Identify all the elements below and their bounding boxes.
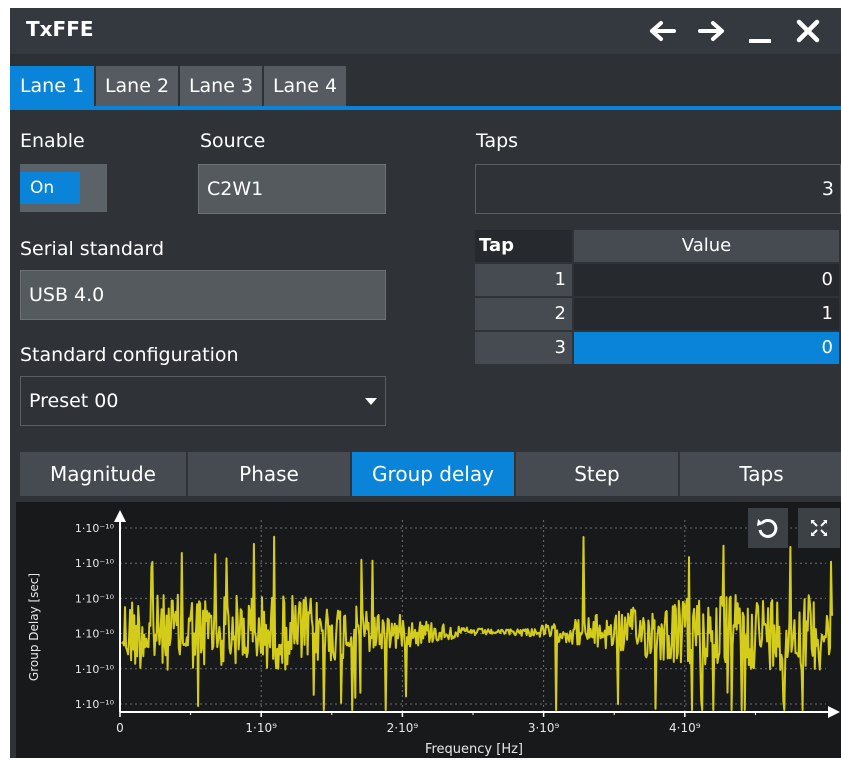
tab-magnitude[interactable]: Magnitude (20, 452, 188, 496)
table-row: 3 0 (475, 332, 839, 366)
arrow-right-icon[interactable] (696, 15, 728, 47)
txffe-dialog: TxFFE Lane 1 Lane 2 Lane 3 Lane 4 Enable… (0, 0, 841, 758)
y-tick-label: 1·10⁻¹⁰ (75, 628, 115, 641)
y-tick-label: 1·10⁻¹⁰ (75, 557, 115, 570)
y-axis-arrow (114, 510, 126, 522)
tap-value[interactable]: 1 (574, 298, 839, 330)
table-row: 2 1 (475, 298, 839, 332)
tab-phase[interactable]: Phase (188, 452, 352, 496)
tab-step[interactable]: Step (516, 452, 680, 496)
y-tick-label: 1·10⁻¹⁰ (75, 522, 115, 535)
x-axis-arrow (828, 706, 840, 718)
reset-zoom-icon[interactable] (748, 508, 788, 548)
tab-lane-4[interactable]: Lane 4 (264, 66, 346, 106)
table-row: 1 0 (475, 264, 839, 298)
x-axis-label: Frequency [Hz] (425, 742, 523, 757)
tab-taps[interactable]: Taps (680, 452, 841, 496)
tap-number: 1 (475, 264, 572, 296)
enable-label: Enable (20, 130, 85, 152)
standard-config-dropdown[interactable]: Preset 00 (20, 376, 386, 426)
title-bar: TxFFE (10, 8, 841, 54)
minimize-icon[interactable] (745, 15, 777, 47)
header-tap: Tap (475, 230, 572, 262)
x-tick-label: 2·10⁹ (387, 721, 419, 735)
tab-lane-2[interactable]: Lane 2 (96, 66, 178, 106)
chevron-down-icon (365, 398, 377, 405)
tap-value[interactable]: 0 (574, 264, 839, 296)
enable-state: On (20, 172, 80, 204)
chart-svg: 1·10⁻¹⁰ 1·10⁻¹⁰ 1·10⁻¹⁰ 1·10⁻¹⁰ 1·10⁻¹⁰ 1·10⁻… (27, 510, 840, 757)
tap-number: 2 (475, 298, 572, 330)
toggle-knob (86, 164, 107, 212)
lane-tabs: Lane 1 Lane 2 Lane 3 Lane 4 (10, 54, 841, 110)
y-axis-label: Group Delay [sec] (27, 573, 41, 681)
background-strip (0, 0, 10, 758)
tab-lane-1[interactable]: Lane 1 (10, 66, 94, 106)
x-tick-label: 3·10⁹ (528, 721, 560, 735)
tap-value-selected[interactable]: 0 (574, 332, 839, 364)
y-tick-label: 1·10⁻¹⁰ (75, 592, 115, 605)
tab-lane-3[interactable]: Lane 3 (180, 66, 262, 106)
group-delay-chart: 1·10⁻¹⁰ 1·10⁻¹⁰ 1·10⁻¹⁰ 1·10⁻¹⁰ 1·10⁻¹⁰ 1·10⁻… (16, 502, 841, 758)
x-tick-label: 1·10⁹ (245, 721, 277, 735)
standard-config-label: Standard configuration (20, 344, 239, 366)
standard-config-value: Preset 00 (29, 390, 119, 412)
taps-field[interactable]: 3 (475, 164, 841, 214)
close-icon[interactable] (792, 15, 824, 47)
plot-tabs: Magnitude Phase Group delay Step Taps (20, 452, 841, 498)
x-tick-label: 4·10⁹ (669, 721, 701, 735)
arrow-left-icon[interactable] (646, 15, 678, 47)
y-tick-label: 1·10⁻¹⁰ (75, 663, 115, 676)
fullscreen-icon[interactable] (798, 508, 840, 548)
source-label: Source (200, 130, 266, 152)
tap-number: 3 (475, 332, 572, 364)
group-delay-trace (121, 535, 833, 711)
enable-toggle[interactable]: On (20, 164, 107, 212)
taps-label: Taps (476, 130, 519, 152)
header-value: Value (574, 230, 839, 262)
tab-group-delay[interactable]: Group delay (352, 452, 516, 496)
x-tick-label: 0 (116, 721, 124, 735)
serial-standard-field[interactable]: USB 4.0 (20, 270, 386, 320)
window-title: TxFFE (26, 17, 94, 41)
serial-standard-label: Serial standard (20, 238, 165, 260)
settings-panel: Enable On Source C2W1 Taps 3 Serial stan… (10, 110, 841, 758)
table-header: Tap Value (475, 230, 839, 264)
source-field[interactable]: C2W1 (198, 164, 386, 214)
y-tick-label: 1·10⁻¹⁰ (75, 698, 115, 711)
